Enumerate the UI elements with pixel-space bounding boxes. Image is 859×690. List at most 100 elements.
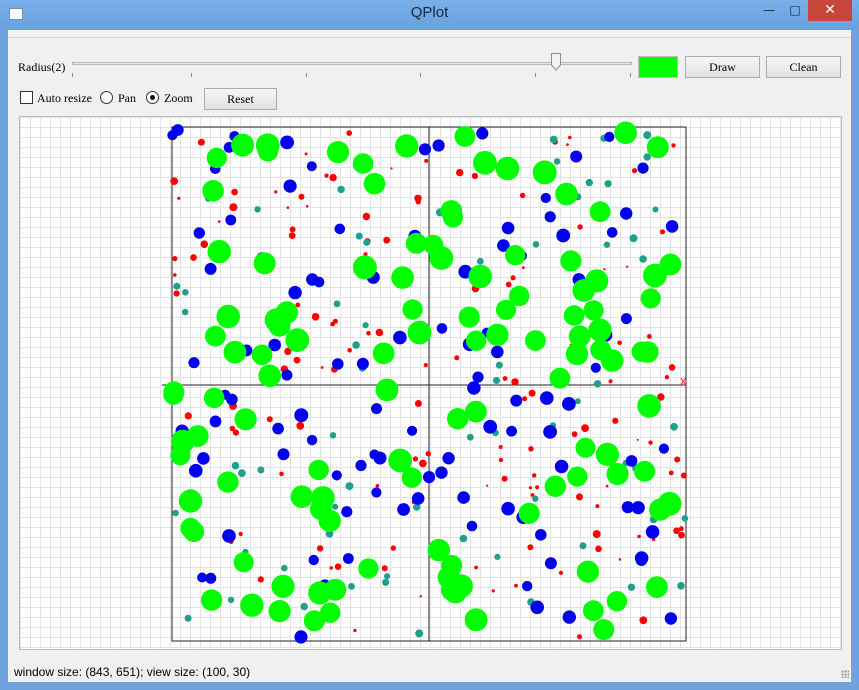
- blue-dot: [332, 358, 344, 370]
- red-dot: [535, 485, 540, 490]
- teal-dot: [281, 564, 288, 572]
- red-dot: [577, 224, 583, 230]
- blue-dot: [343, 553, 354, 564]
- blue-dot: [554, 459, 569, 474]
- blue-dot: [432, 139, 445, 152]
- blue-dot: [371, 403, 382, 415]
- red-dot: [362, 212, 371, 221]
- blue-dot: [283, 179, 297, 193]
- blue-dot: [631, 501, 645, 515]
- minimize-button[interactable]: —: [756, 0, 782, 21]
- maximize-button[interactable]: □: [782, 0, 808, 21]
- teal-dot: [681, 515, 689, 522]
- red-dot: [334, 563, 342, 570]
- red-dot: [528, 486, 532, 490]
- blue-dot: [625, 455, 638, 467]
- green-dot: [486, 323, 509, 346]
- red-dot: [474, 565, 478, 570]
- blue-dot: [645, 525, 660, 539]
- red-dot: [639, 616, 648, 625]
- red-dot: [502, 376, 508, 381]
- blue-dot: [665, 220, 679, 233]
- green-dot: [505, 245, 526, 266]
- green-dot: [583, 600, 604, 622]
- radius-slider[interactable]: [72, 62, 632, 65]
- blue-dot: [188, 357, 200, 369]
- red-dot: [501, 475, 508, 482]
- red-dot: [197, 138, 205, 146]
- teal-dot: [643, 131, 652, 140]
- green-dot: [223, 340, 247, 364]
- blue-dot: [556, 228, 571, 243]
- blue-dot: [590, 362, 601, 373]
- slider-tick: [420, 73, 421, 77]
- teal-dot: [629, 234, 638, 243]
- blue-dot: [407, 425, 418, 436]
- red-dot: [521, 266, 525, 269]
- blue-dot: [506, 425, 517, 437]
- red-dot: [173, 273, 177, 277]
- blue-dot: [540, 192, 551, 204]
- blue-dot: [606, 227, 618, 238]
- teal-dot: [532, 241, 540, 248]
- blue-dot: [193, 227, 205, 239]
- red-dot: [581, 424, 589, 432]
- plot-view[interactable]: x: [19, 116, 842, 650]
- title-bar[interactable]: QPlot — □ ✕: [0, 0, 859, 30]
- teal-dot: [585, 178, 593, 187]
- teal-dot: [415, 629, 424, 638]
- close-button[interactable]: ✕: [808, 0, 852, 21]
- color-swatch[interactable]: [638, 56, 678, 78]
- red-dot: [170, 177, 179, 185]
- red-dot: [414, 400, 422, 407]
- red-dot: [522, 396, 528, 402]
- plot-canvas[interactable]: x: [20, 117, 841, 649]
- green-dot: [251, 344, 273, 366]
- red-dot: [184, 412, 192, 420]
- green-dot: [202, 180, 224, 202]
- pan-radio[interactable]: [100, 91, 113, 104]
- red-dot: [412, 456, 418, 462]
- resize-grip-icon[interactable]: [841, 670, 849, 678]
- red-dot: [612, 417, 619, 424]
- red-dot: [648, 440, 653, 445]
- teal-dot: [363, 239, 370, 246]
- green-dot: [324, 578, 347, 601]
- teal-dot: [173, 282, 181, 290]
- status-bar: window size: (843, 651); view size: (100…: [8, 660, 851, 682]
- teal-dot: [329, 432, 337, 439]
- blue-dot: [294, 408, 309, 423]
- red-dot: [626, 265, 629, 268]
- auto-resize-checkbox[interactable]: [20, 91, 33, 104]
- clean-button[interactable]: Clean: [766, 56, 841, 78]
- green-dot: [447, 408, 469, 430]
- blue-dot: [466, 520, 478, 532]
- zoom-radio[interactable]: [146, 91, 159, 104]
- green-dot: [495, 156, 520, 181]
- menu-bar[interactable]: [8, 30, 851, 38]
- reset-button[interactable]: Reset: [204, 88, 277, 110]
- red-dot: [381, 565, 388, 572]
- blue-dot: [635, 554, 648, 566]
- red-dot: [383, 236, 391, 244]
- red-dot: [532, 473, 537, 478]
- red-dot: [353, 628, 357, 633]
- blue-dot: [658, 443, 670, 454]
- green-dot: [567, 466, 588, 487]
- red-dot: [329, 566, 333, 570]
- red-dot: [595, 545, 602, 553]
- teal-dot: [182, 289, 189, 296]
- green-dot: [563, 305, 585, 326]
- green-dot: [518, 502, 540, 524]
- slider-tick: [191, 73, 192, 77]
- red-dot: [311, 313, 320, 321]
- red-dot: [514, 583, 518, 588]
- slider-handle[interactable]: [551, 53, 561, 71]
- green-dot: [454, 126, 476, 147]
- teal-dot: [652, 206, 659, 213]
- teal-dot: [227, 596, 235, 604]
- blue-dot: [355, 459, 367, 472]
- draw-button[interactable]: Draw: [685, 56, 760, 78]
- teal-dot: [238, 469, 246, 477]
- blue-dot: [501, 221, 515, 235]
